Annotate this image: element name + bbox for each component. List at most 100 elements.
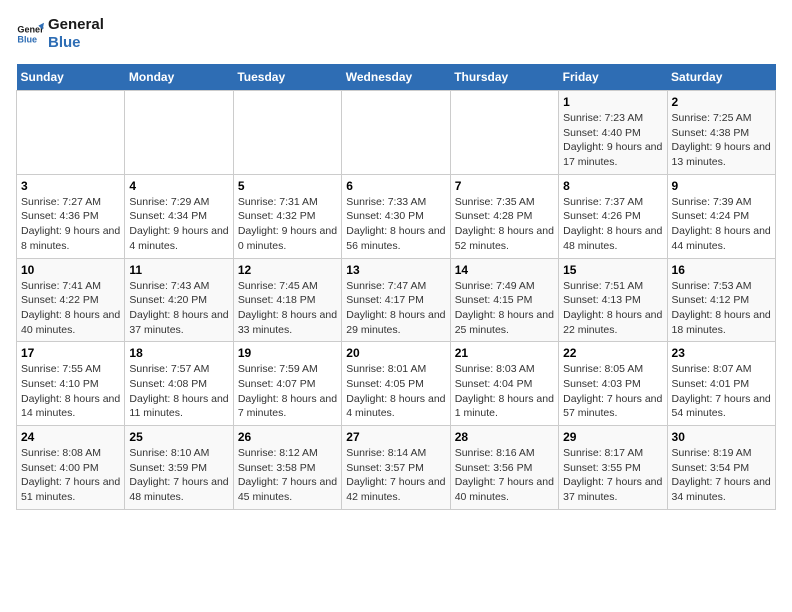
calendar-cell: 26 Sunrise: 8:12 AM Sunset: 3:58 PM Dayli… <box>233 426 341 510</box>
calendar-cell: 23 Sunrise: 8:07 AM Sunset: 4:01 PM Dayli… <box>667 342 775 426</box>
day-info: Sunrise: 7:27 AM Sunset: 4:36 PM Dayligh… <box>21 195 120 254</box>
day-info: Sunrise: 8:03 AM Sunset: 4:04 PM Dayligh… <box>455 362 554 421</box>
day-number: 1 <box>563 95 662 109</box>
calendar-cell <box>125 91 233 175</box>
header-friday: Friday <box>559 64 667 91</box>
header-wednesday: Wednesday <box>342 64 450 91</box>
day-info: Sunrise: 7:55 AM Sunset: 4:10 PM Dayligh… <box>21 362 120 421</box>
header-monday: Monday <box>125 64 233 91</box>
day-number: 7 <box>455 179 554 193</box>
logo-icon: General Blue <box>16 20 44 48</box>
calendar-table: SundayMondayTuesdayWednesdayThursdayFrid… <box>16 64 776 510</box>
calendar-cell: 18Sunrise: 7:57 AM Sunset: 4:08 PM Dayli… <box>125 342 233 426</box>
day-number: 24 <box>21 430 120 444</box>
day-info: Sunrise: 7:59 AM Sunset: 4:07 PM Dayligh… <box>238 362 337 421</box>
calendar-cell: 2Sunrise: 7:25 AM Sunset: 4:38 PM Daylig… <box>667 91 775 175</box>
day-info: Sunrise: 8:08 AM Sunset: 4:00 PM Dayligh… <box>21 446 120 505</box>
calendar-cell: 3 Sunrise: 7:27 AM Sunset: 4:36 PM Daylig… <box>17 174 125 258</box>
calendar-cell: 29 Sunrise: 8:17 AM Sunset: 3:55 PM Dayli… <box>559 426 667 510</box>
header-saturday: Saturday <box>667 64 775 91</box>
calendar-cell <box>450 91 558 175</box>
calendar-cell: 7 Sunrise: 7:35 AM Sunset: 4:28 PM Daylig… <box>450 174 558 258</box>
day-number: 15 <box>563 263 662 277</box>
day-info: Sunrise: 7:43 AM Sunset: 4:20 PM Dayligh… <box>129 279 228 338</box>
calendar-cell: 12Sunrise: 7:45 AM Sunset: 4:18 PM Dayli… <box>233 258 341 342</box>
day-info: Sunrise: 7:23 AM Sunset: 4:40 PM Dayligh… <box>563 111 662 170</box>
calendar-cell: 15 Sunrise: 7:51 AM Sunset: 4:13 PM Dayli… <box>559 258 667 342</box>
day-number: 13 <box>346 263 445 277</box>
day-info: Sunrise: 8:14 AM Sunset: 3:57 PM Dayligh… <box>346 446 445 505</box>
day-number: 26 <box>238 430 337 444</box>
day-info: Sunrise: 8:10 AM Sunset: 3:59 PM Dayligh… <box>129 446 228 505</box>
calendar-cell: 22 Sunrise: 8:05 AM Sunset: 4:03 PM Dayli… <box>559 342 667 426</box>
day-number: 21 <box>455 346 554 360</box>
header: General Blue General Blue <box>16 16 776 52</box>
day-number: 5 <box>238 179 337 193</box>
calendar-week-row: 3 Sunrise: 7:27 AM Sunset: 4:36 PM Daylig… <box>17 174 776 258</box>
day-info: Sunrise: 7:39 AM Sunset: 4:24 PM Dayligh… <box>672 195 771 254</box>
day-info: Sunrise: 7:53 AM Sunset: 4:12 PM Dayligh… <box>672 279 771 338</box>
day-number: 8 <box>563 179 662 193</box>
day-info: Sunrise: 7:31 AM Sunset: 4:32 PM Dayligh… <box>238 195 337 254</box>
day-info: Sunrise: 7:33 AM Sunset: 4:30 PM Dayligh… <box>346 195 445 254</box>
day-number: 28 <box>455 430 554 444</box>
day-number: 30 <box>672 430 771 444</box>
day-number: 17 <box>21 346 120 360</box>
day-info: Sunrise: 8:19 AM Sunset: 3:54 PM Dayligh… <box>672 446 771 505</box>
calendar-cell: 11Sunrise: 7:43 AM Sunset: 4:20 PM Dayli… <box>125 258 233 342</box>
day-info: Sunrise: 8:16 AM Sunset: 3:56 PM Dayligh… <box>455 446 554 505</box>
day-info: Sunrise: 7:45 AM Sunset: 4:18 PM Dayligh… <box>238 279 337 338</box>
day-number: 4 <box>129 179 228 193</box>
header-tuesday: Tuesday <box>233 64 341 91</box>
calendar-week-row: 1 Sunrise: 7:23 AM Sunset: 4:40 PM Daylig… <box>17 91 776 175</box>
calendar-week-row: 24 Sunrise: 8:08 AM Sunset: 4:00 PM Dayli… <box>17 426 776 510</box>
calendar-week-row: 17 Sunrise: 7:55 AM Sunset: 4:10 PM Dayli… <box>17 342 776 426</box>
calendar-cell: 9 Sunrise: 7:39 AM Sunset: 4:24 PM Daylig… <box>667 174 775 258</box>
calendar-header-row: SundayMondayTuesdayWednesdayThursdayFrid… <box>17 64 776 91</box>
header-sunday: Sunday <box>17 64 125 91</box>
day-info: Sunrise: 8:05 AM Sunset: 4:03 PM Dayligh… <box>563 362 662 421</box>
day-info: Sunrise: 7:49 AM Sunset: 4:15 PM Dayligh… <box>455 279 554 338</box>
day-number: 9 <box>672 179 771 193</box>
calendar-cell: 16Sunrise: 7:53 AM Sunset: 4:12 PM Dayli… <box>667 258 775 342</box>
calendar-cell: 20Sunrise: 8:01 AM Sunset: 4:05 PM Dayli… <box>342 342 450 426</box>
day-info: Sunrise: 7:25 AM Sunset: 4:38 PM Dayligh… <box>672 111 771 170</box>
calendar-cell: 13 Sunrise: 7:47 AM Sunset: 4:17 PM Dayli… <box>342 258 450 342</box>
calendar-cell <box>17 91 125 175</box>
calendar-cell: 24 Sunrise: 8:08 AM Sunset: 4:00 PM Dayli… <box>17 426 125 510</box>
calendar-cell <box>342 91 450 175</box>
calendar-cell: 10 Sunrise: 7:41 AM Sunset: 4:22 PM Dayli… <box>17 258 125 342</box>
header-thursday: Thursday <box>450 64 558 91</box>
day-number: 25 <box>129 430 228 444</box>
day-number: 20 <box>346 346 445 360</box>
day-number: 10 <box>21 263 120 277</box>
logo: General Blue General Blue <box>16 16 104 52</box>
day-info: Sunrise: 7:41 AM Sunset: 4:22 PM Dayligh… <box>21 279 120 338</box>
day-info: Sunrise: 7:47 AM Sunset: 4:17 PM Dayligh… <box>346 279 445 338</box>
day-number: 29 <box>563 430 662 444</box>
calendar-week-row: 10 Sunrise: 7:41 AM Sunset: 4:22 PM Dayli… <box>17 258 776 342</box>
day-info: Sunrise: 7:29 AM Sunset: 4:34 PM Dayligh… <box>129 195 228 254</box>
day-info: Sunrise: 7:51 AM Sunset: 4:13 PM Dayligh… <box>563 279 662 338</box>
day-number: 14 <box>455 263 554 277</box>
calendar-cell: 14 Sunrise: 7:49 AM Sunset: 4:15 PM Dayli… <box>450 258 558 342</box>
day-info: Sunrise: 8:07 AM Sunset: 4:01 PM Dayligh… <box>672 362 771 421</box>
day-number: 23 <box>672 346 771 360</box>
calendar-cell: 8Sunrise: 7:37 AM Sunset: 4:26 PM Daylig… <box>559 174 667 258</box>
day-number: 19 <box>238 346 337 360</box>
day-info: Sunrise: 8:12 AM Sunset: 3:58 PM Dayligh… <box>238 446 337 505</box>
calendar-cell: 19 Sunrise: 7:59 AM Sunset: 4:07 PM Dayli… <box>233 342 341 426</box>
calendar-cell: 6Sunrise: 7:33 AM Sunset: 4:30 PM Daylig… <box>342 174 450 258</box>
calendar-cell: 21 Sunrise: 8:03 AM Sunset: 4:04 PM Dayli… <box>450 342 558 426</box>
day-info: Sunrise: 7:57 AM Sunset: 4:08 PM Dayligh… <box>129 362 228 421</box>
logo-blue: Blue <box>48 34 104 52</box>
calendar-cell: 25 Sunrise: 8:10 AM Sunset: 3:59 PM Dayli… <box>125 426 233 510</box>
svg-text:Blue: Blue <box>17 34 37 44</box>
day-number: 3 <box>21 179 120 193</box>
day-info: Sunrise: 7:35 AM Sunset: 4:28 PM Dayligh… <box>455 195 554 254</box>
calendar-cell: 1 Sunrise: 7:23 AM Sunset: 4:40 PM Daylig… <box>559 91 667 175</box>
day-info: Sunrise: 8:17 AM Sunset: 3:55 PM Dayligh… <box>563 446 662 505</box>
calendar-cell: 5 Sunrise: 7:31 AM Sunset: 4:32 PM Daylig… <box>233 174 341 258</box>
calendar-cell: 30 Sunrise: 8:19 AM Sunset: 3:54 PM Dayli… <box>667 426 775 510</box>
day-number: 22 <box>563 346 662 360</box>
